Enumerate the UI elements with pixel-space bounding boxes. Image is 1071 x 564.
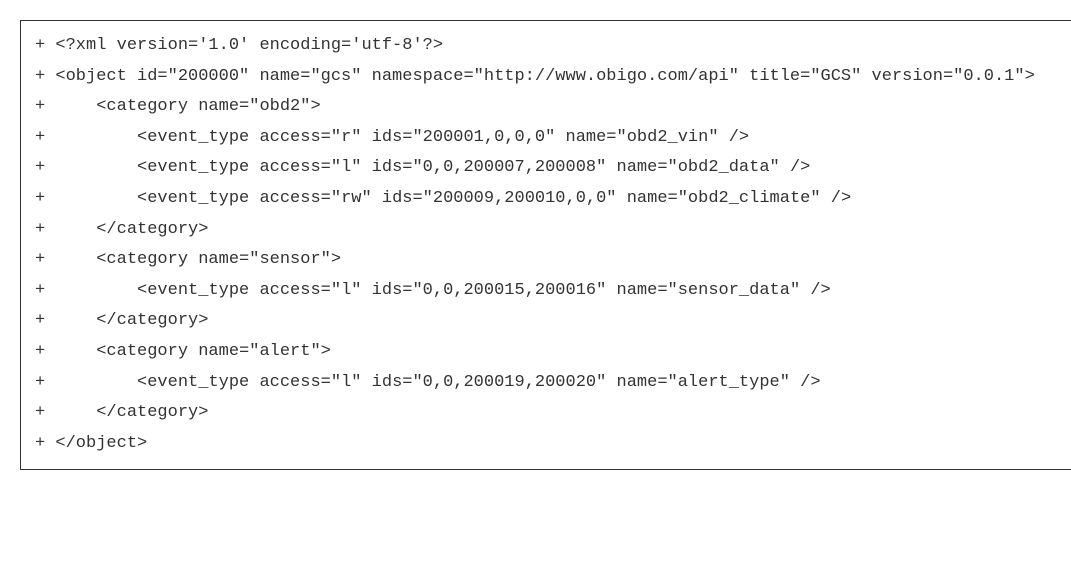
diff-prefix: + (35, 36, 55, 55)
code-text: <event_type access="l" ids="0,0,200007,2… (137, 158, 810, 177)
code-line: + <event_type access="r" ids="200001,0,0… (35, 123, 1071, 154)
code-text: </object> (55, 434, 147, 453)
code-line: + <category name="alert"> (35, 337, 1071, 368)
code-line: + </object> (35, 429, 1071, 460)
code-line: + <?xml version='1.0' encoding='utf-8'?> (35, 31, 1071, 62)
code-text: <?xml version='1.0' encoding='utf-8'?> (55, 36, 443, 55)
diff-prefix: + (35, 220, 96, 239)
code-text: </category> (96, 311, 208, 330)
code-line: + <event_type access="rw" ids="200009,20… (35, 184, 1071, 215)
code-text: </category> (96, 403, 208, 422)
code-line: + </category> (35, 306, 1071, 337)
code-text: <category name="sensor"> (96, 250, 341, 269)
code-block: + <?xml version='1.0' encoding='utf-8'?>… (20, 20, 1071, 470)
code-text: <category name="alert"> (96, 342, 331, 361)
diff-prefix: + (35, 373, 137, 392)
code-text: <event_type access="r" ids="200001,0,0,0… (137, 128, 749, 147)
code-text: <event_type access="l" ids="0,0,200015,2… (137, 281, 831, 300)
code-text: <event_type access="rw" ids="200009,2000… (137, 189, 851, 208)
diff-prefix: + (35, 311, 96, 330)
diff-prefix: + (35, 67, 55, 86)
code-text: <object id="200000" name="gcs" namespace… (55, 67, 1034, 86)
diff-prefix: + (35, 434, 55, 453)
code-line: + <event_type access="l" ids="0,0,200007… (35, 153, 1071, 184)
diff-prefix: + (35, 97, 96, 116)
code-text: <category name="obd2"> (96, 97, 320, 116)
code-line: + </category> (35, 398, 1071, 429)
code-line: + <category name="obd2"> (35, 92, 1071, 123)
code-text: </category> (96, 220, 208, 239)
diff-prefix: + (35, 250, 96, 269)
diff-prefix: + (35, 281, 137, 300)
code-line: + <event_type access="l" ids="0,0,200019… (35, 368, 1071, 399)
code-line: + </category> (35, 215, 1071, 246)
diff-prefix: + (35, 403, 96, 422)
diff-prefix: + (35, 158, 137, 177)
code-text: <event_type access="l" ids="0,0,200019,2… (137, 373, 821, 392)
diff-prefix: + (35, 128, 137, 147)
diff-prefix: + (35, 189, 137, 208)
code-line: + <event_type access="l" ids="0,0,200015… (35, 276, 1071, 307)
code-line: + <category name="sensor"> (35, 245, 1071, 276)
code-line: + <object id="200000" name="gcs" namespa… (35, 62, 1071, 93)
diff-prefix: + (35, 342, 96, 361)
